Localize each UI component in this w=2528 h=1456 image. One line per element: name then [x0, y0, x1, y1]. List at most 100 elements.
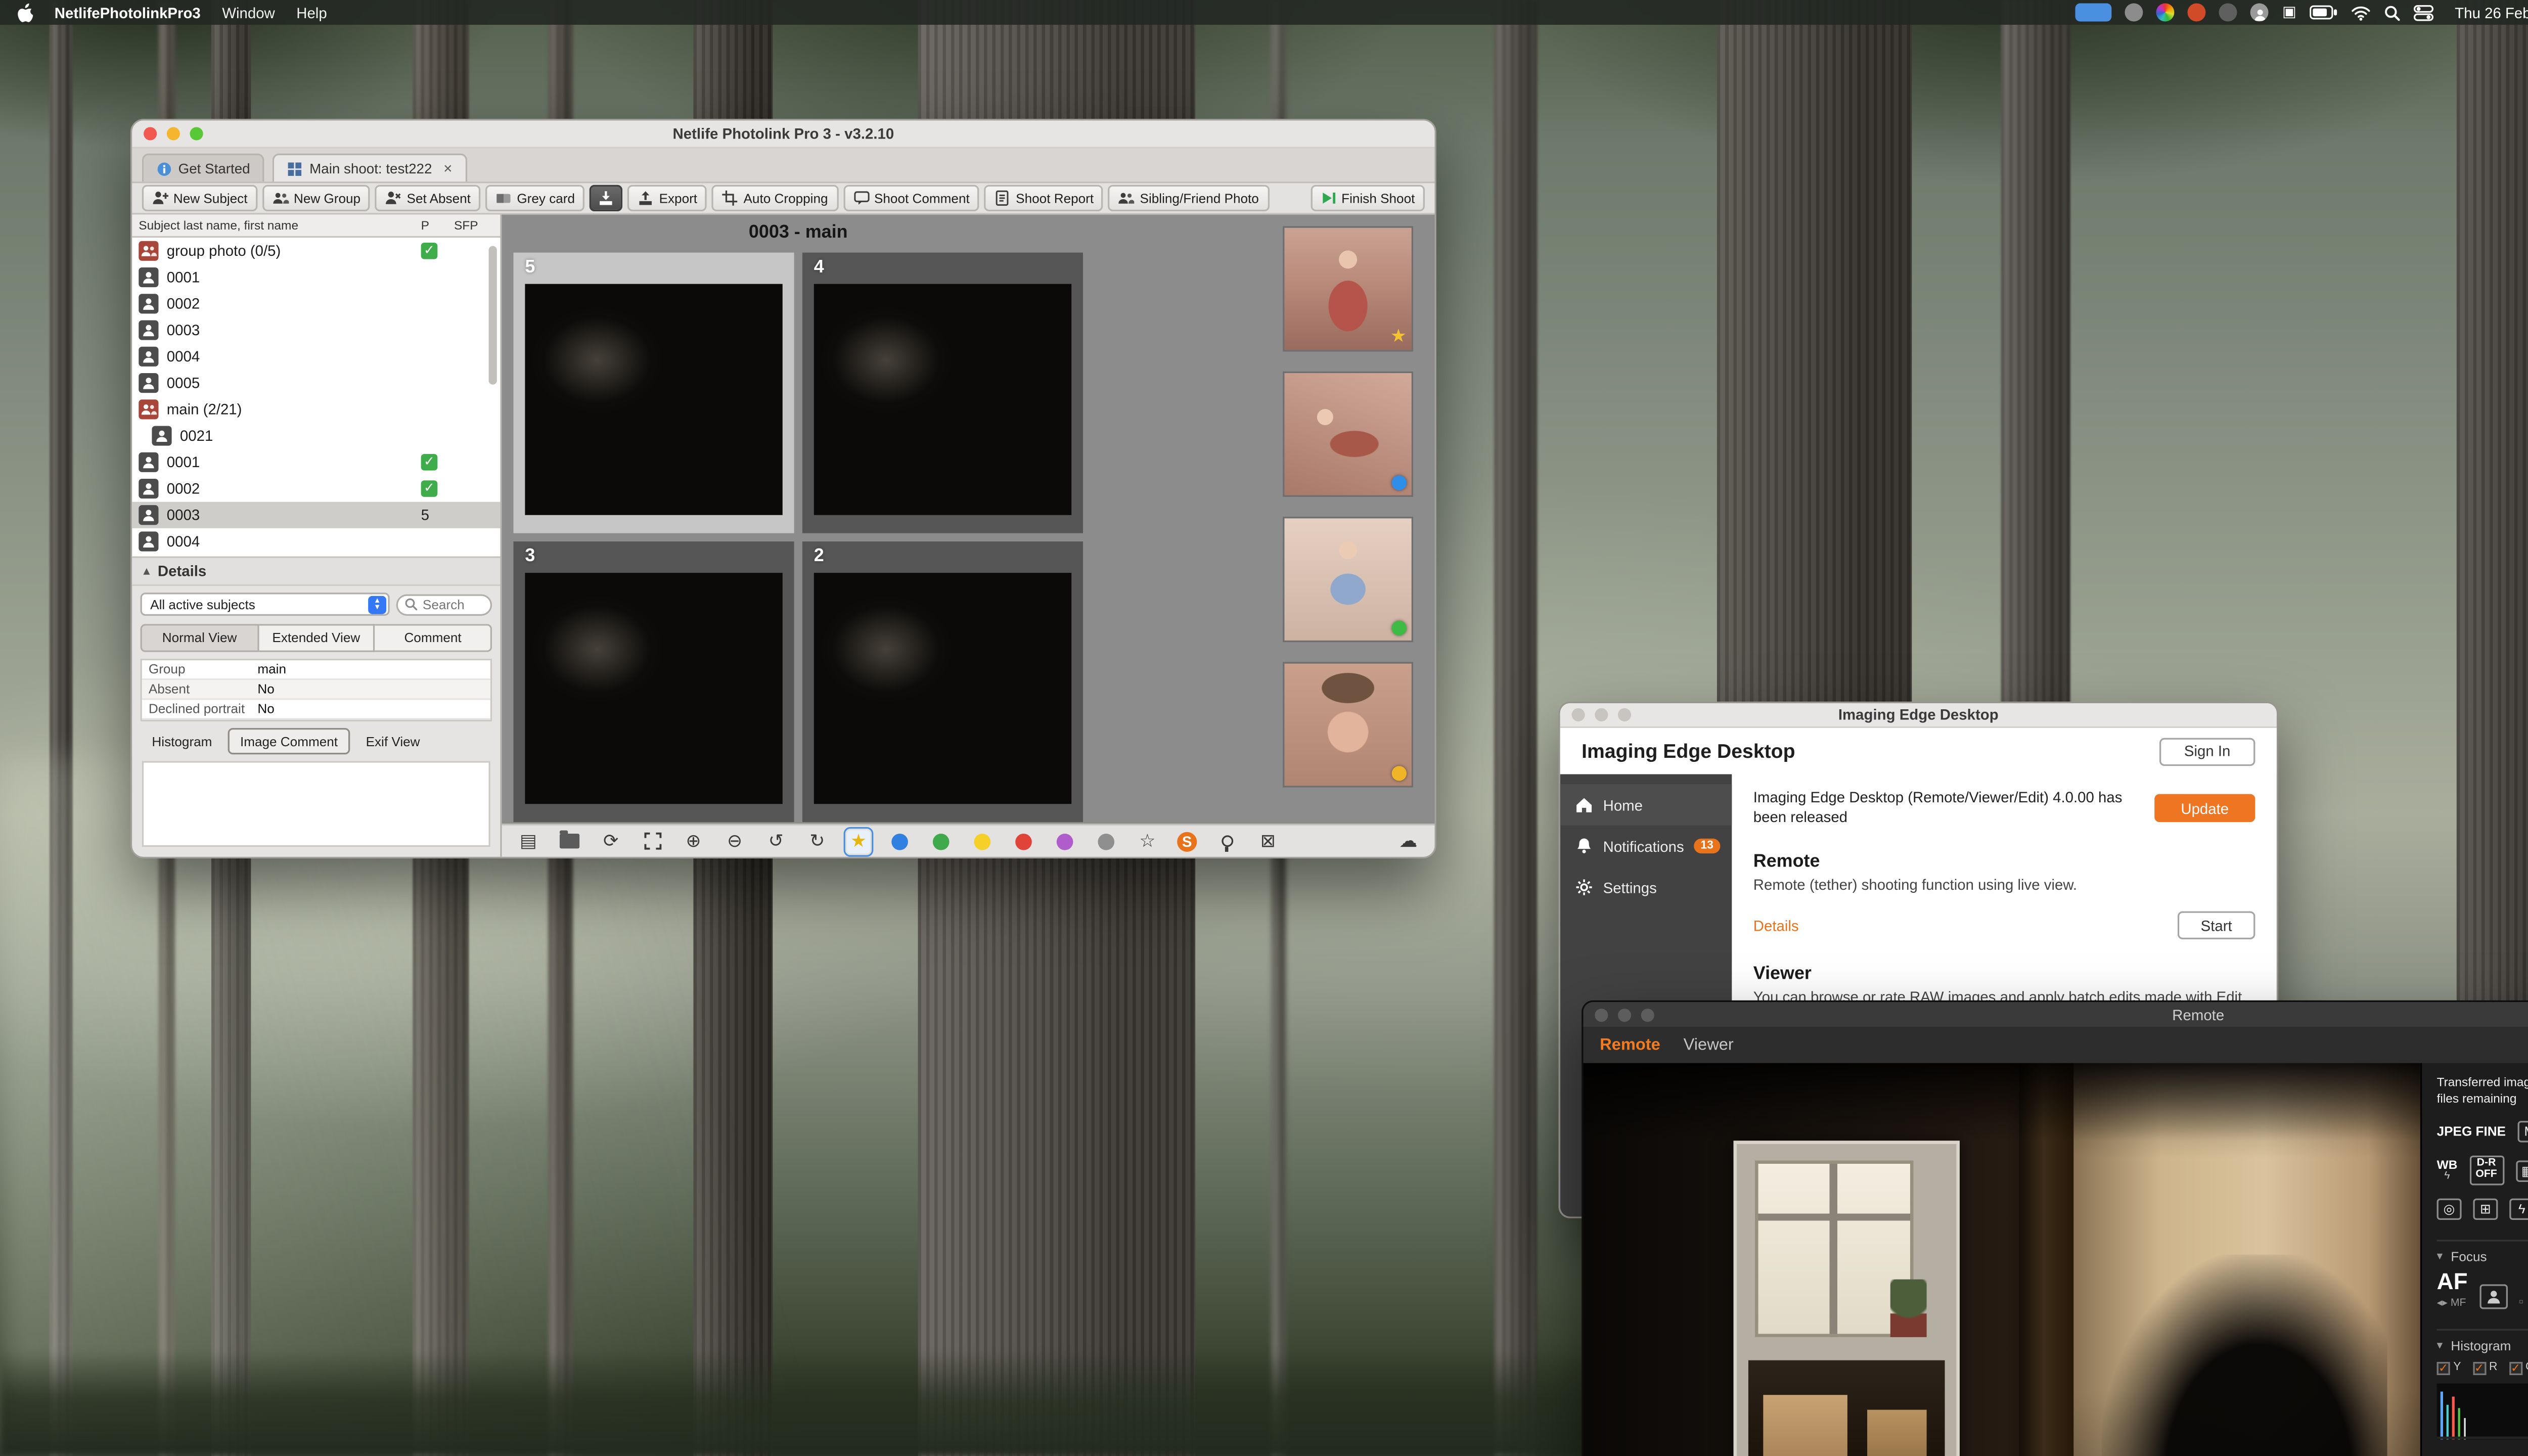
toolbar-button-auto-cropping[interactable]: Auto Cropping [712, 185, 838, 211]
subject-row[interactable]: 0002✓ [132, 475, 500, 502]
p-check-icon[interactable]: ✓ [421, 454, 438, 471]
tag-red-icon[interactable] [1012, 830, 1035, 853]
toolbar-button-grey-card[interactable]: Grey card [485, 185, 584, 211]
account-icon[interactable] [2251, 4, 2269, 22]
imaging-edge-titlebar[interactable]: Imaging Edge Desktop [1560, 703, 2277, 728]
control-center-icon[interactable] [2414, 4, 2433, 21]
rotate-right-icon[interactable]: ↻ [805, 830, 829, 853]
delete-icon[interactable]: ⊠ [1256, 830, 1280, 853]
close-window-button[interactable] [1572, 708, 1585, 721]
histogram-channel-g[interactable]: ✓G [2509, 1361, 2528, 1375]
menu-window[interactable]: Window [222, 4, 275, 21]
tag-green-icon[interactable] [929, 830, 953, 853]
subject-row[interactable]: 0001✓ [132, 449, 500, 475]
image-icon[interactable]: ▤ [517, 830, 540, 853]
search-box[interactable] [396, 594, 492, 615]
af-mode-label[interactable]: AF [2437, 1269, 2468, 1293]
details-link[interactable]: Details [1753, 917, 1799, 934]
toolbar-button-import[interactable] [590, 185, 622, 211]
view-tab-comment[interactable]: Comment [375, 624, 492, 652]
subject-filter-dropdown[interactable]: All active subjects ▲▼ [141, 593, 390, 616]
histogram-channel-y[interactable]: ✓Y [2437, 1361, 2461, 1375]
toolbar-button-shoot-report[interactable]: Shoot Report [984, 185, 1104, 211]
subject-row[interactable]: 00035 [132, 502, 500, 528]
tab-close-icon[interactable]: × [443, 160, 452, 177]
scrollbar[interactable] [489, 246, 497, 385]
camera-setting-icon[interactable]: ⊞ [2473, 1198, 2498, 1219]
minimize-window-button[interactable] [1618, 1008, 1631, 1021]
tab-get-started[interactable]: Get Started [142, 154, 265, 182]
minimize-window-button[interactable] [167, 127, 180, 140]
tag-purple-icon[interactable] [1053, 830, 1076, 853]
close-window-button[interactable] [144, 127, 157, 140]
subject-row[interactable]: 0005 [132, 370, 500, 396]
image-comment-panel[interactable] [142, 761, 490, 847]
p-check-icon[interactable]: ✓ [421, 243, 438, 259]
tag-yellow-icon[interactable] [971, 830, 994, 853]
toolbar-button-set-absent[interactable]: Set Absent [376, 185, 481, 211]
tag-gray-icon[interactable] [1095, 830, 1118, 853]
folder-icon[interactable] [558, 830, 581, 853]
display-icon[interactable]: ▣ [2282, 4, 2296, 22]
tag-blue-icon[interactable] [888, 830, 912, 853]
battery-icon[interactable] [2310, 5, 2338, 20]
white-balance-icon[interactable]: WB ϟ [2437, 1158, 2458, 1182]
status-app-icon-2[interactable] [2220, 4, 2238, 22]
minimize-window-button[interactable] [1595, 708, 1608, 721]
rating-star-icon[interactable]: ★ [847, 830, 870, 853]
sign-in-button[interactable]: Sign In [2159, 737, 2255, 765]
subject-row[interactable]: 0004 [132, 343, 500, 370]
toolbar-button-sibling-friend-photo[interactable]: Sibling/Friend Photo [1109, 185, 1269, 211]
start-button[interactable]: Start [2178, 912, 2255, 940]
zoom-window-button[interactable] [1641, 1008, 1654, 1021]
focus-aux-icon-1[interactable]: ▫ [2519, 1294, 2523, 1309]
toolbar-button-finish-shoot[interactable]: Finish Shoot [1310, 185, 1425, 211]
zoom-in-icon[interactable]: ⊕ [682, 830, 705, 853]
nav-item-notifications[interactable]: Notifications13 [1560, 826, 1732, 867]
wifi-icon[interactable] [2351, 4, 2371, 21]
fullscreen-icon[interactable] [641, 830, 664, 853]
photo-cell[interactable]: 2 [802, 541, 1083, 822]
close-window-button[interactable] [1595, 1008, 1608, 1021]
histogram-channel-r[interactable]: ✓R [2472, 1361, 2497, 1375]
color-wheel-icon[interactable] [2157, 4, 2175, 22]
status-app-icon-1[interactable] [2126, 4, 2144, 22]
dro-icon[interactable]: D-R OFF [2469, 1156, 2504, 1186]
photolink-titlebar[interactable]: Netlife Photolink Pro 3 - v3.2.10 [132, 120, 1434, 149]
remote-tab-remote[interactable]: Remote [1600, 1036, 1660, 1054]
subject-row[interactable]: 0002 [132, 291, 500, 317]
remote-tab-viewer[interactable]: Viewer [1684, 1036, 1734, 1054]
face-detect-icon[interactable] [2479, 1284, 2507, 1309]
subject-row[interactable]: 0004 [132, 528, 500, 555]
search-icon[interactable] [2384, 4, 2401, 21]
photo-cell[interactable]: 4 [802, 253, 1083, 533]
app-menu-title[interactable]: NetlifePhotolinkPro3 [55, 4, 201, 21]
record-app-icon[interactable] [2188, 4, 2206, 22]
group-row[interactable]: group photo (0/5)✓ [132, 238, 500, 264]
live-view[interactable] [1583, 1063, 2420, 1456]
info-tab-exif-view[interactable]: Exif View [354, 728, 432, 754]
subject-row[interactable]: 0003 [132, 317, 500, 343]
photo-cell[interactable]: 3 [514, 541, 794, 822]
toolbar-button-new-subject[interactable]: New Subject [142, 185, 257, 211]
search-input[interactable] [423, 597, 484, 611]
tab-main-shoot-test222[interactable]: Main shoot: test222× [273, 154, 467, 182]
info-tab-histogram[interactable]: Histogram [141, 728, 224, 754]
p-check-icon[interactable]: ✓ [421, 480, 438, 497]
remote-titlebar[interactable]: Remote [1583, 1002, 2528, 1027]
view-tab-extended-view[interactable]: Extended View [259, 624, 376, 652]
rotate-left-icon[interactable]: ↺ [764, 830, 788, 853]
toolbar-button-new-group[interactable]: New Group [262, 185, 371, 211]
subject-row[interactable]: 0021 [132, 423, 500, 449]
zoom-window-button[interactable] [1618, 708, 1631, 721]
metering-icon[interactable]: ◎ [2437, 1198, 2462, 1219]
filmstrip-thumb[interactable] [1283, 517, 1413, 642]
filmstrip-thumb[interactable] [1283, 372, 1413, 497]
photo-cell[interactable]: 5 [514, 253, 794, 533]
zoom-out-icon[interactable]: ⊖ [723, 830, 746, 853]
nav-item-settings[interactable]: Settings [1560, 867, 1732, 908]
lightbulb-icon[interactable] [1215, 830, 1238, 853]
file-format-label[interactable]: JPEG FINE [2437, 1124, 2506, 1139]
filmstrip-thumb[interactable]: ★ [1283, 226, 1413, 351]
creative-style-icon[interactable]: ▦ [2515, 1160, 2528, 1181]
